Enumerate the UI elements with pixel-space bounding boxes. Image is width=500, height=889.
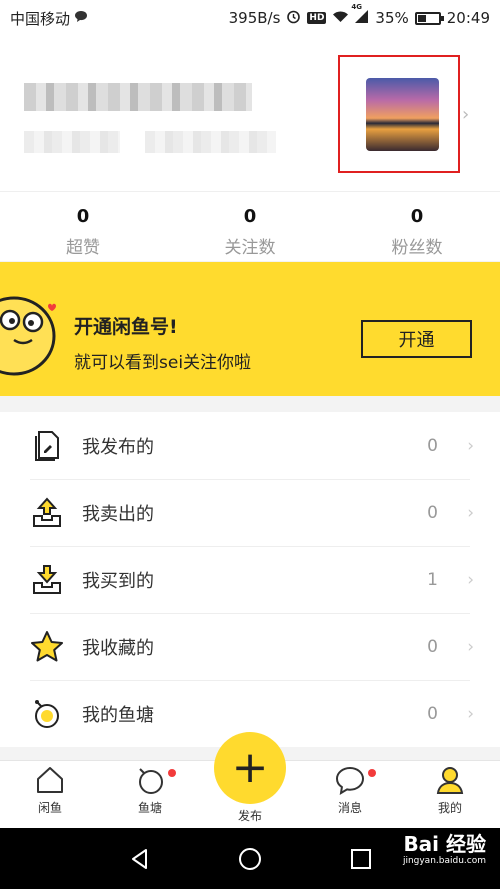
recent-apps-icon[interactable] <box>350 848 372 870</box>
battery-percent: 35% <box>375 9 409 27</box>
stat-label: 超赞 <box>66 238 100 258</box>
list-item-count: 1 <box>427 569 438 590</box>
list-item-sold[interactable]: 我卖出的 0 › <box>0 479 500 546</box>
user-location-blurred <box>145 131 276 153</box>
tab-fishpond[interactable]: 鱼塘 <box>110 765 190 816</box>
signal-icon: 4G <box>351 3 369 27</box>
list-item-count: 0 <box>427 502 438 523</box>
list-item-published[interactable]: 我发布的 0 › <box>0 412 500 479</box>
hd-badge: HD <box>307 12 327 24</box>
user-info-blurred <box>24 131 120 153</box>
stat-followers[interactable]: 0 粉丝数 <box>357 206 477 258</box>
list-item-label: 我收藏的 <box>82 637 154 659</box>
house-icon <box>37 767 63 793</box>
network-type: 4G <box>351 3 363 11</box>
plus-icon: + <box>231 742 269 793</box>
battery-icon <box>414 11 444 25</box>
tray-download-icon <box>33 565 61 594</box>
chevron-right-icon: › <box>467 703 474 724</box>
profile-chevron-icon: › <box>462 104 470 125</box>
person-icon <box>436 767 464 794</box>
fish-mascot-icon <box>0 296 56 376</box>
home-icon[interactable] <box>238 847 262 871</box>
list-item-label: 我发布的 <box>82 436 154 458</box>
star-icon <box>31 631 63 662</box>
publish-label: 发布 <box>237 809 262 823</box>
chevron-right-icon: › <box>467 435 474 456</box>
tab-mine[interactable]: 我的 <box>410 765 490 816</box>
carrier-name: 中国移动 <box>10 9 71 28</box>
banner-subtitle: 就可以看到sei关注你啦 <box>74 353 252 373</box>
tray-upload-icon <box>33 497 61 527</box>
open-account-button[interactable]: 开通 <box>361 320 472 358</box>
status-bar: 中国移动 395B/s HD 4G 35% 20:49 <box>0 0 500 36</box>
stat-value: 0 <box>76 206 90 227</box>
network-speed: 395B/s <box>228 9 281 27</box>
watermark-text: Bai 经验 <box>403 832 486 856</box>
profile-header[interactable]: › <box>0 36 500 191</box>
back-icon[interactable] <box>128 847 152 871</box>
alarm-icon <box>286 9 301 28</box>
tab-label: 闲鱼 <box>37 801 62 815</box>
system-nav-bar: Bai 经验 jingyan.baidu.com <box>0 828 500 889</box>
list-item-favorites[interactable]: 我收藏的 0 › <box>0 613 500 680</box>
chevron-right-icon: › <box>467 636 474 657</box>
open-account-banner: 开通闲鱼号! 就可以看到sei关注你啦 开通 <box>0 262 500 396</box>
document-pen-icon <box>35 431 59 461</box>
avatar-highlight-frame <box>338 55 460 173</box>
tab-messages[interactable]: 消息 <box>310 765 390 816</box>
notification-badge <box>368 769 376 777</box>
list-item-label: 我的鱼塘 <box>82 704 154 726</box>
chat-bubble-icon <box>335 766 365 795</box>
clock: 20:49 <box>446 9 490 27</box>
tab-label: 我的 <box>437 801 462 815</box>
stats-bar: 0 超赞 0 关注数 0 粉丝数 <box>0 191 500 261</box>
list-item-bought[interactable]: 我买到的 1 › <box>0 546 500 613</box>
list-item-label: 我卖出的 <box>82 503 154 525</box>
chevron-right-icon: › <box>467 569 474 590</box>
stat-label: 粉丝数 <box>391 238 443 258</box>
publish-button[interactable]: + <box>214 732 286 804</box>
fishpond-icon <box>139 768 163 794</box>
notification-badge <box>168 769 176 777</box>
tab-label: 鱼塘 <box>137 801 162 815</box>
wifi-icon <box>332 9 349 27</box>
baidu-jingyan-watermark: Bai 经验 jingyan.baidu.com <box>403 834 486 866</box>
watermark-url: jingyan.baidu.com <box>402 856 486 866</box>
list-item-count: 0 <box>427 435 438 456</box>
banner-title: 开通闲鱼号! <box>74 316 178 338</box>
tab-home[interactable]: 闲鱼 <box>10 765 90 816</box>
avatar[interactable] <box>366 78 439 151</box>
list-item-count: 0 <box>427 703 438 724</box>
stat-label: 关注数 <box>224 238 276 258</box>
list-item-label: 我买到的 <box>82 570 154 592</box>
stat-likes[interactable]: 0 超赞 <box>23 206 143 258</box>
chat-notification-icon <box>74 9 88 27</box>
stat-value: 0 <box>410 206 424 227</box>
tab-label: 消息 <box>337 801 362 815</box>
stat-following[interactable]: 0 关注数 <box>190 206 310 258</box>
profile-menu-list: 我发布的 0 › 我卖出的 0 › 我买到的 1 › 我收藏的 0 › 我的鱼塘… <box>0 412 500 747</box>
chevron-right-icon: › <box>467 502 474 523</box>
username-blurred <box>24 83 252 111</box>
stat-value: 0 <box>243 206 257 227</box>
fishpond-icon <box>35 700 59 728</box>
list-item-count: 0 <box>427 636 438 657</box>
